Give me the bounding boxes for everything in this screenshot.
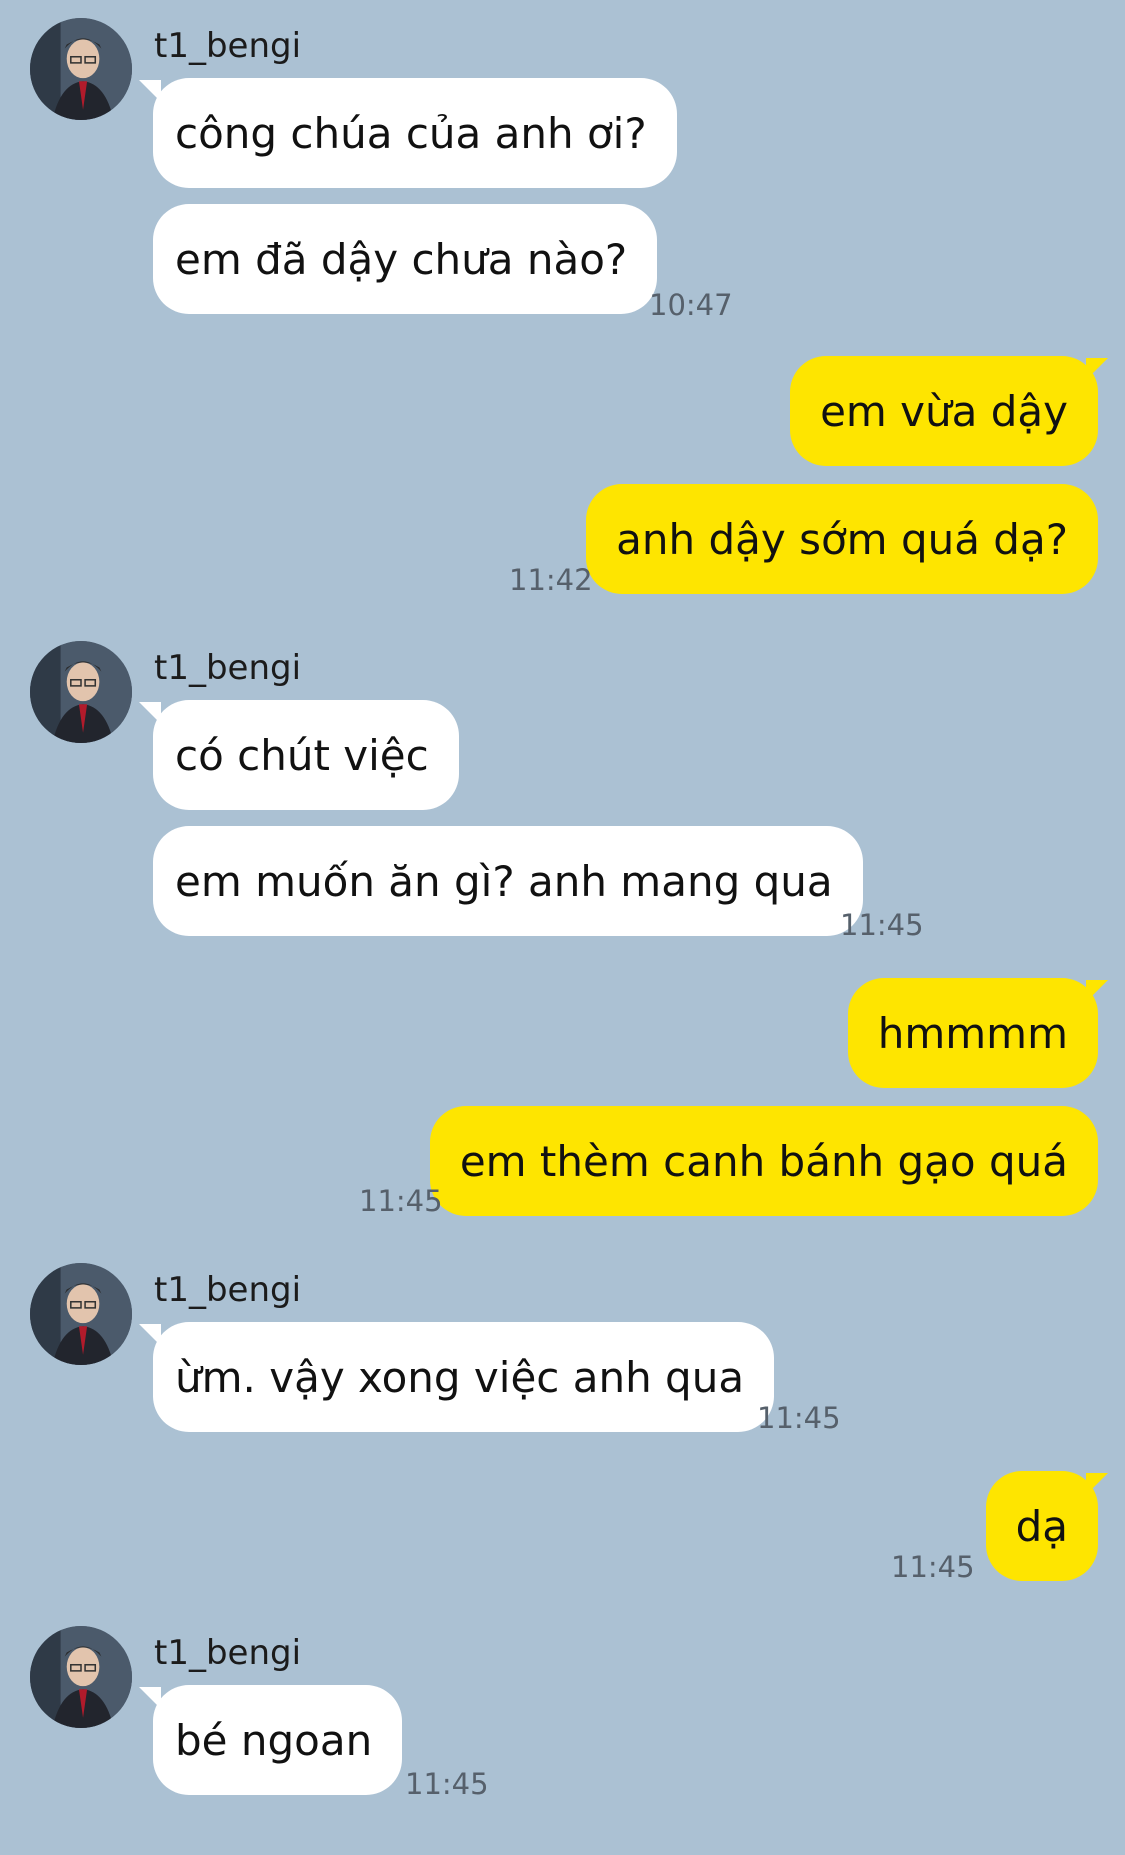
message-bubble-outgoing[interactable]: em thèm canh bánh gạo quá bbox=[429, 1106, 1098, 1216]
avatar-icon bbox=[30, 641, 132, 743]
message-bubble-incoming[interactable]: có chút việc bbox=[139, 700, 459, 810]
message-timestamp: 11:42 bbox=[509, 563, 593, 597]
message-text: dạ bbox=[1015, 1501, 1068, 1551]
message-bubble-outgoing[interactable]: em vừa dậy bbox=[790, 356, 1108, 466]
sender-name: t1_bengi bbox=[154, 1633, 302, 1673]
avatar[interactable] bbox=[30, 1626, 132, 1728]
message-text: em vừa dậy bbox=[820, 386, 1068, 436]
message-text: em đã dậy chưa nào? bbox=[175, 234, 628, 284]
message-text: ừm. vậy xong việc anh qua bbox=[175, 1352, 745, 1402]
avatar[interactable] bbox=[30, 18, 132, 120]
message-timestamp: 11:45 bbox=[405, 1767, 489, 1801]
message-text: anh dậy sớm quá dạ? bbox=[616, 514, 1068, 564]
message-text: công chúa của anh ơi? bbox=[175, 108, 647, 158]
message-bubble-incoming[interactable]: em muốn ăn gì? anh mang qua bbox=[153, 826, 863, 936]
message-bubble-incoming[interactable]: bé ngoan bbox=[138, 1685, 403, 1795]
message-bubble-outgoing[interactable]: dạ bbox=[985, 1471, 1109, 1581]
message-bubble-outgoing[interactable]: hmmmm bbox=[847, 978, 1109, 1088]
avatar[interactable] bbox=[30, 1263, 132, 1365]
avatar-icon bbox=[30, 18, 132, 120]
message-bubble-incoming[interactable]: ừm. vậy xong việc anh qua bbox=[138, 1322, 775, 1432]
message-text: em muốn ăn gì? anh mang qua bbox=[175, 856, 833, 906]
avatar-icon bbox=[30, 1263, 132, 1365]
message-timestamp: 10:47 bbox=[649, 288, 733, 322]
message-timestamp: 11:45 bbox=[359, 1184, 443, 1218]
avatar[interactable] bbox=[30, 641, 132, 743]
message-timestamp: 11:45 bbox=[891, 1550, 975, 1584]
message-bubble-outgoing[interactable]: anh dậy sớm quá dạ? bbox=[586, 484, 1098, 594]
message-text: có chút việc bbox=[175, 730, 429, 780]
message-bubble-incoming[interactable]: em đã dậy chưa nào? bbox=[153, 204, 658, 314]
message-bubble-incoming[interactable]: công chúa của anh ơi? bbox=[139, 78, 677, 188]
sender-name: t1_bengi bbox=[154, 1270, 302, 1310]
message-timestamp: 11:45 bbox=[757, 1401, 841, 1435]
message-text: hmmmm bbox=[877, 1008, 1068, 1058]
avatar-icon bbox=[30, 1626, 132, 1728]
message-text: em thèm canh bánh gạo quá bbox=[459, 1136, 1068, 1186]
sender-name: t1_bengi bbox=[154, 648, 302, 688]
sender-name: t1_bengi bbox=[154, 26, 302, 66]
message-text: bé ngoan bbox=[175, 1715, 373, 1765]
message-timestamp: 11:45 bbox=[840, 908, 924, 942]
